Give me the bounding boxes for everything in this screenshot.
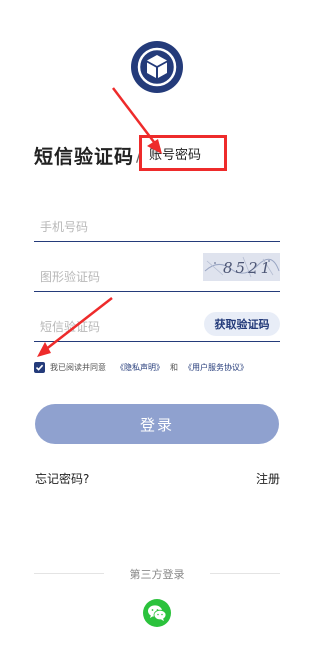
sms-code-placeholder: 短信验证码	[40, 320, 101, 334]
forgot-password-link[interactable]: 忘记密码?	[35, 470, 89, 487]
privacy-link[interactable]: 《隐私声明》	[116, 362, 164, 373]
divider-right	[210, 573, 280, 574]
app-logo	[131, 41, 183, 93]
tab-account-login-label: 账号密码	[149, 147, 202, 163]
login-button[interactable]: 登录	[35, 404, 279, 444]
third-party-label: 第三方登录	[129, 568, 185, 581]
phone-placeholder: 手机号码	[40, 220, 89, 234]
wechat-login-button[interactable]	[143, 599, 171, 627]
agreement-checkbox[interactable]	[34, 361, 45, 373]
image-code-placeholder: 图形验证码	[40, 270, 101, 284]
get-code-button[interactable]: 获取验证码	[204, 312, 280, 336]
register-link[interactable]: 注册	[256, 470, 280, 487]
tab-account-login[interactable]: 账号密码	[139, 135, 227, 171]
agreement-and: 和	[170, 362, 178, 372]
tab-sms-login[interactable]: 短信验证码	[34, 142, 134, 169]
phone-field[interactable]: 手机号码	[34, 211, 280, 242]
user-agreement-link[interactable]: 《用户服务协议》	[184, 362, 248, 373]
captcha-text: 8521	[223, 259, 273, 277]
divider-left	[34, 573, 104, 574]
agreement-text: 我已阅读并同意	[50, 362, 106, 372]
agreement-row: 我已阅读并同意 《隐私声明》 和 《用户服务协议》	[34, 360, 248, 374]
login-mode-tabs: 短信验证码 /	[34, 142, 143, 169]
check-icon	[35, 364, 44, 371]
captcha-image[interactable]: 8521	[203, 253, 280, 281]
wechat-icon	[148, 605, 167, 621]
